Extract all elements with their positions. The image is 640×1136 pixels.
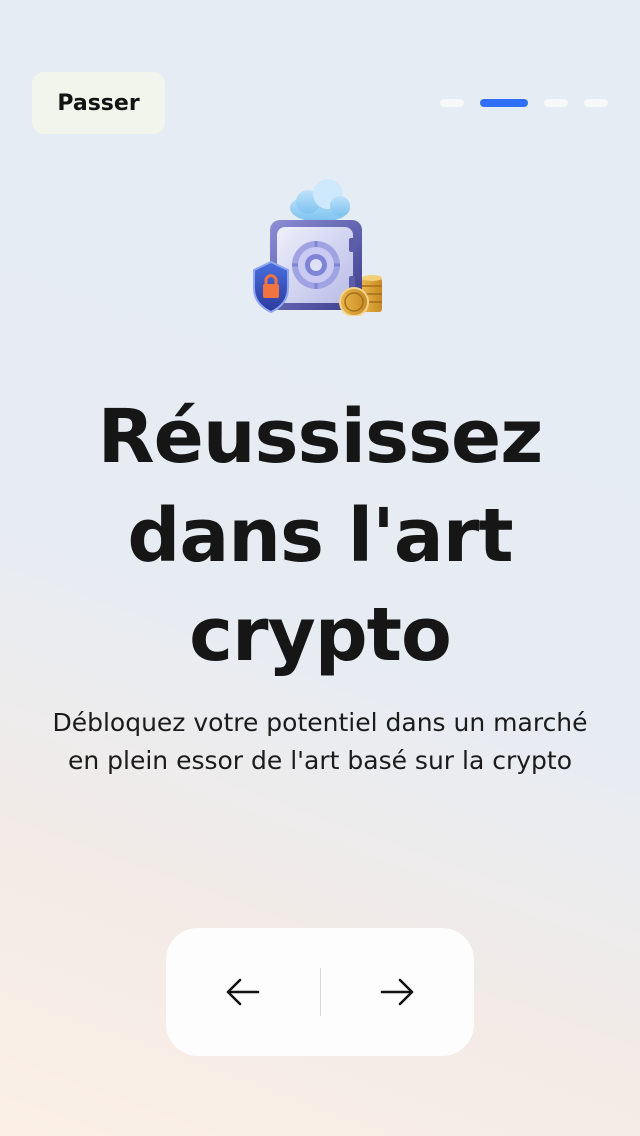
skip-button[interactable]: Passer	[32, 72, 165, 134]
safe-vault-icon	[250, 176, 390, 317]
page-indicator	[440, 99, 608, 107]
title-line-3: crypto	[189, 592, 452, 678]
title-line-2: dans l'art	[127, 493, 513, 579]
subtitle-line-2: en plein essor de l'art basé sur la cryp…	[67, 746, 573, 775]
arrow-right-icon	[380, 978, 414, 1006]
next-button[interactable]	[321, 928, 475, 1056]
page-subtitle: Débloquez votre potentiel dans un marché…	[20, 704, 620, 780]
title-line-1: Réussissez	[97, 394, 544, 480]
page-dot-2-active	[480, 99, 528, 107]
subtitle-line-1: Débloquez votre potentiel dans un marché	[52, 708, 588, 737]
page-dot-4	[584, 99, 608, 107]
page-title: Réussissez dans l'art crypto	[0, 388, 640, 685]
arrow-left-icon	[226, 978, 260, 1006]
page-dot-1	[440, 99, 464, 107]
back-button[interactable]	[166, 928, 320, 1056]
page-dot-3	[544, 99, 568, 107]
navigation-card	[166, 928, 474, 1056]
